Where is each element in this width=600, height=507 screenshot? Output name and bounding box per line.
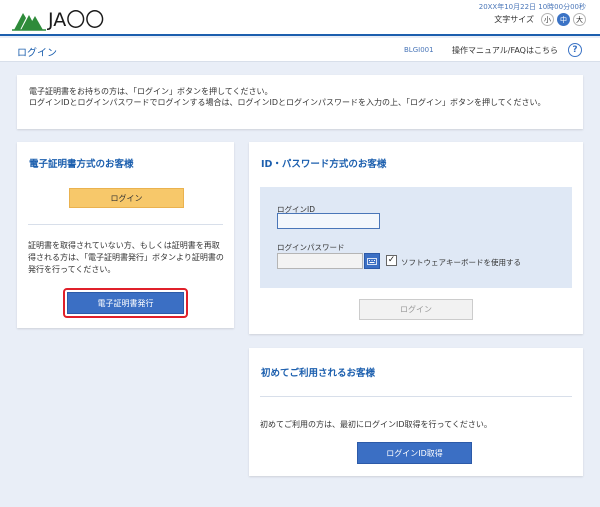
ja-logo-icon xyxy=(12,9,46,31)
font-size-small-button[interactable]: 小 xyxy=(541,13,554,26)
password-input[interactable] xyxy=(277,253,363,269)
login-id-input[interactable] xyxy=(277,213,380,229)
question-circle-icon[interactable]: ? xyxy=(568,43,582,57)
software-keyboard-checkbox[interactable]: ✓ xyxy=(386,255,397,266)
id-login-button[interactable]: ログイン xyxy=(359,299,473,320)
divider xyxy=(260,396,572,397)
logo-text: JA〇〇 xyxy=(48,9,105,31)
issue-certificate-button[interactable]: 電子証明書発行 xyxy=(67,292,184,314)
font-size-switcher: 文字サイズ 小 中 大 xyxy=(494,13,586,26)
certificate-description: 証明書を取得されていない方、もしくは証明書を再取得される方は、「電子証明書発行」… xyxy=(28,241,224,274)
id-password-section-title: ID・パスワード方式のお客様 xyxy=(261,159,387,170)
ja-logo[interactable]: JA〇〇 xyxy=(12,9,104,31)
font-size-label: 文字サイズ xyxy=(494,15,534,24)
checkmark-icon: ✓ xyxy=(387,255,396,265)
first-time-description: 初めてご利用の方は、最初にログインID取得を行ってください。 xyxy=(260,420,492,429)
id-password-login-card: ID・パスワード方式のお客様 ログインID ログインパスワード ✓ ソフトウェア… xyxy=(249,142,583,334)
password-label: ログインパスワード xyxy=(277,243,345,252)
certificate-login-card: 電子証明書方式のお客様 ログイン 証明書を取得されていない方、もしくは証明書を再… xyxy=(17,142,234,328)
software-keyboard-label[interactable]: ソフトウェアキーボードを使用する xyxy=(401,257,521,268)
font-size-medium-button[interactable]: 中 xyxy=(557,13,570,26)
certificate-login-button[interactable]: ログイン xyxy=(69,188,184,208)
get-login-id-button[interactable]: ログインID取得 xyxy=(357,442,472,464)
login-notice: 電子証明書をお持ちの方は、「ログイン」ボタンを押してください。 ログインIDとロ… xyxy=(17,75,583,129)
notice-line-2: ログインIDとログインパスワードでログインする場合は、ログインIDとログインパス… xyxy=(29,98,546,107)
certificate-section-title: 電子証明書方式のお客様 xyxy=(29,159,134,170)
font-size-large-button[interactable]: 大 xyxy=(573,13,586,26)
manual-faq-link[interactable]: 操作マニュアル/FAQはこちら xyxy=(452,45,558,56)
first-time-user-card: 初めてご利用されるお客様 初めてご利用の方は、最初にログインID取得を行ってくだ… xyxy=(249,348,583,476)
screen-id: BLGI001 xyxy=(404,46,434,54)
top-header: JA〇〇 20XX年10月22日 10時00分00秒 文字サイズ 小 中 大 xyxy=(0,0,600,36)
current-datetime: 20XX年10月22日 10時00分00秒 xyxy=(478,3,586,11)
notice-line-1: 電子証明書をお持ちの方は、「ログイン」ボタンを押してください。 xyxy=(29,87,273,96)
title-bar: ログイン BLGI001 操作マニュアル/FAQはこちら ? xyxy=(0,38,600,62)
page-title: ログイン xyxy=(17,48,57,59)
divider xyxy=(28,224,223,225)
first-time-section-title: 初めてご利用されるお客様 xyxy=(261,368,376,379)
id-password-form: ログインID ログインパスワード ✓ ソフトウェアキーボードを使用する xyxy=(260,187,572,288)
keyboard-icon[interactable] xyxy=(364,253,380,269)
issue-button-highlight: 電子証明書発行 xyxy=(63,288,188,318)
